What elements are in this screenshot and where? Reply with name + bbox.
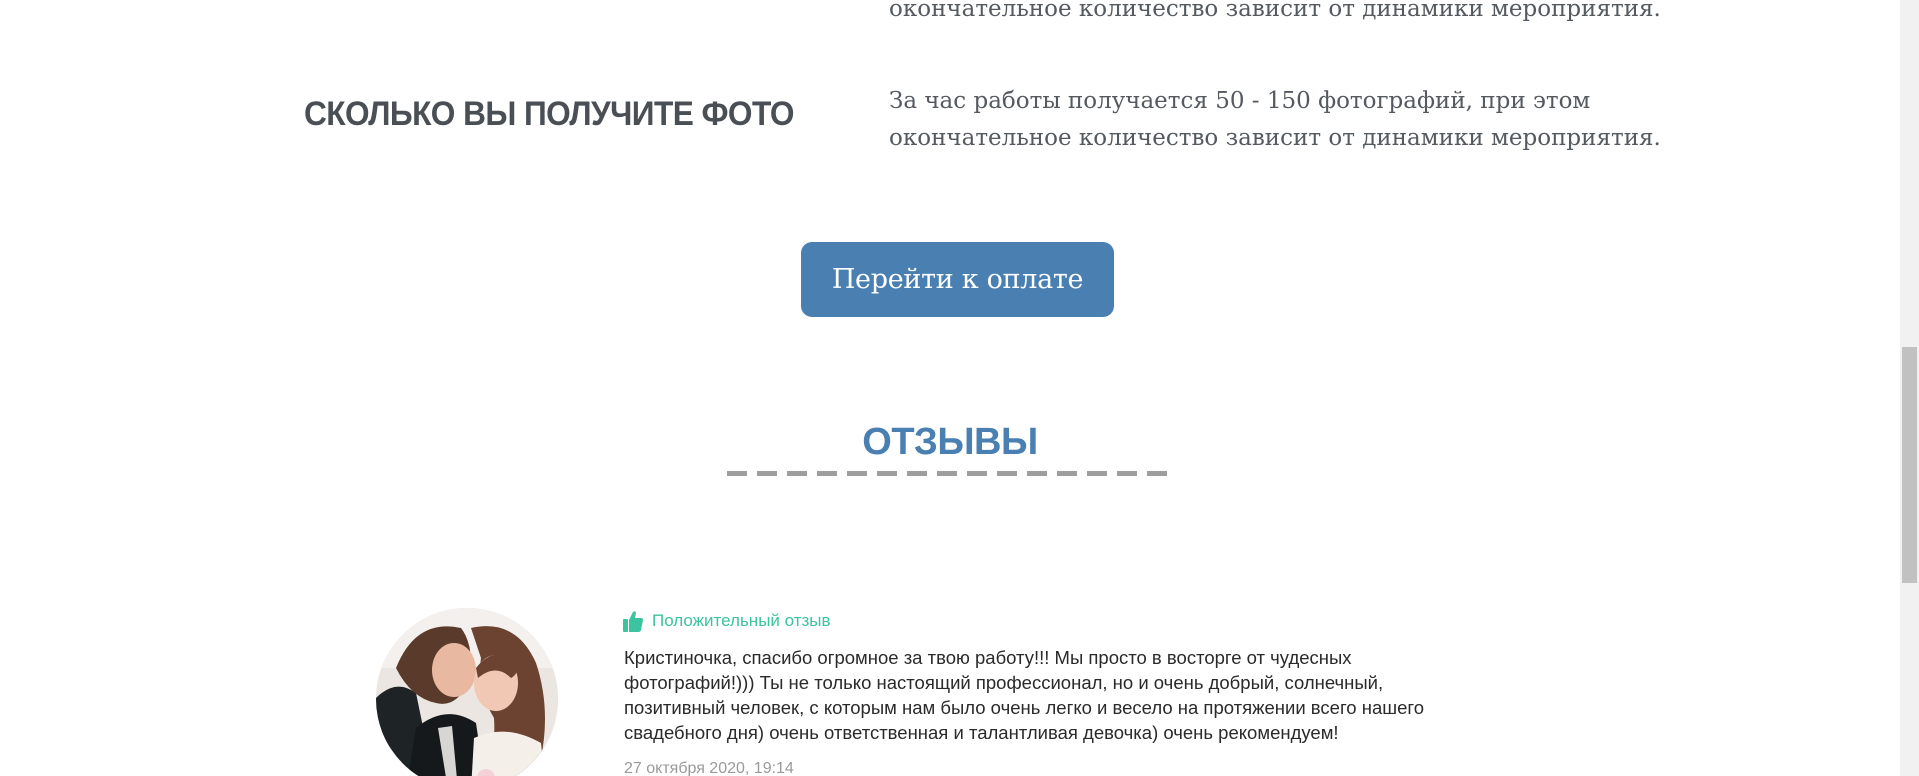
- review-text-line: фотографий!))) Ты не только настоящий пр…: [624, 672, 1384, 693]
- scrollbar-thumb[interactable]: [1902, 347, 1917, 583]
- info-text-line: За час работы получается 50 - 150 фотогр…: [889, 88, 1591, 114]
- review-badge-label: Положительный отзыв: [652, 611, 831, 630]
- review-text-line: Кристиночка, спасибо огромное за твою ра…: [624, 647, 1352, 668]
- review-text-line: позитивный человек, с которым нам было о…: [624, 697, 1424, 718]
- thumbs-up-icon: [623, 611, 643, 632]
- vertical-scrollbar[interactable]: [1900, 0, 1919, 776]
- previous-info-text: окончательное количество зависит от дина…: [889, 0, 1661, 22]
- reviewer-avatar: [376, 608, 558, 776]
- positive-review-badge: Положительный отзыв: [623, 608, 831, 634]
- info-heading: СКОЛЬКО ВЫ ПОЛУЧИТЕ ФОТО: [304, 95, 795, 133]
- page-content: окончательное количество зависит от дина…: [0, 0, 1900, 776]
- reviews-title-divider: [727, 471, 1177, 476]
- info-text-line: окончательное количество зависит от дина…: [889, 125, 1661, 151]
- go-to-payment-button[interactable]: Перейти к оплате: [801, 242, 1114, 317]
- review-text: Кристиночка, спасибо огромное за твою ра…: [624, 645, 1504, 745]
- review-text-line: свадебного дня) очень ответственная и та…: [624, 722, 1339, 743]
- review-date: 27 октября 2020, 19:14: [624, 760, 794, 776]
- info-text: За час работы получается 50 - 150 фотогр…: [889, 83, 1661, 157]
- reviews-section-title: ОТЗЫВЫ: [862, 421, 1038, 463]
